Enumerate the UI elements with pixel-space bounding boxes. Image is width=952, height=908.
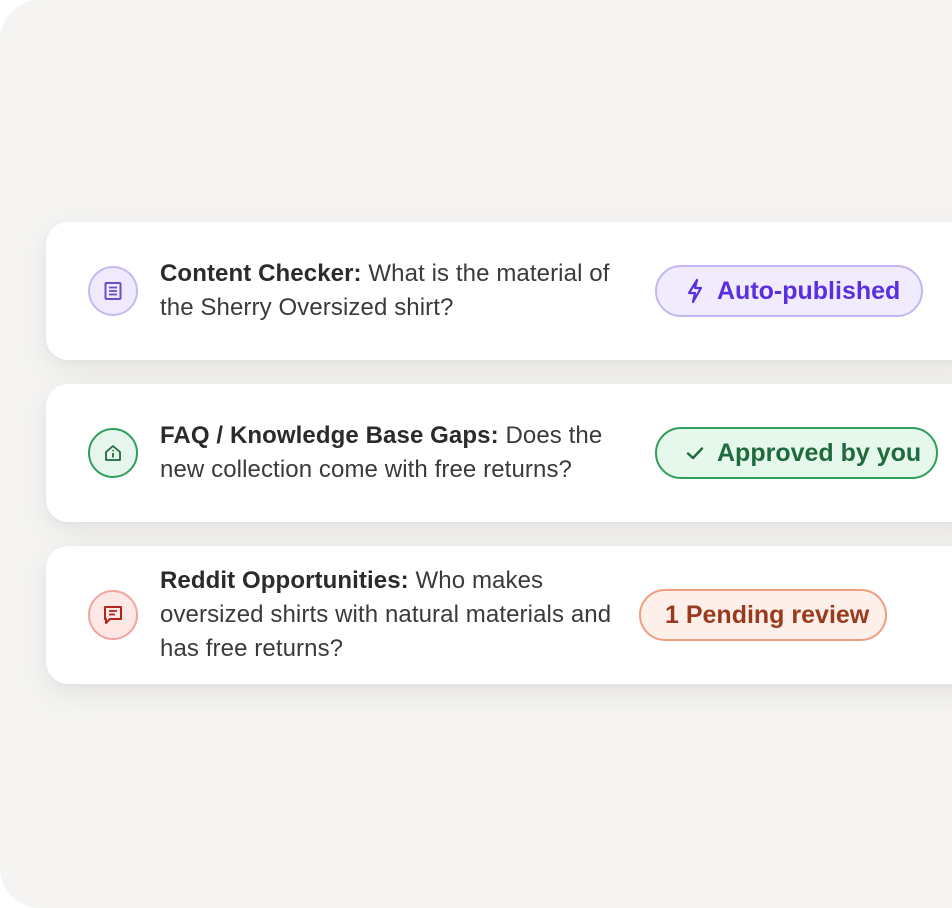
status-badge-approved[interactable]: Approved by you — [655, 427, 938, 479]
item-text: Reddit Opportunities: Who makes oversize… — [160, 564, 640, 666]
chat-icon — [88, 590, 138, 640]
item-title: Reddit Opportunities: — [160, 567, 409, 594]
status-badge-auto-published[interactable]: Auto-published — [655, 265, 923, 317]
list-item-faq-gaps[interactable]: FAQ / Knowledge Base Gaps: Does the new … — [46, 384, 952, 522]
item-title: Content Checker: — [160, 260, 362, 287]
status-label: 1 Pending review — [665, 600, 870, 629]
item-title: FAQ / Knowledge Base Gaps: — [160, 422, 499, 449]
list-item-content-checker[interactable]: Content Checker: What is the material of… — [46, 222, 952, 360]
canvas-background: Content Checker: What is the material of… — [0, 0, 952, 908]
item-text: FAQ / Knowledge Base Gaps: Does the new … — [160, 419, 640, 487]
status-badge-pending-review[interactable]: 1 Pending review — [639, 589, 887, 641]
status-label: Auto-published — [717, 276, 901, 305]
list-item-reddit-opportunities[interactable]: Reddit Opportunities: Who makes oversize… — [46, 546, 952, 684]
checkmark-icon — [685, 443, 705, 463]
info-home-icon — [88, 428, 138, 478]
status-label: Approved by you — [717, 438, 922, 467]
item-text: Content Checker: What is the material of… — [160, 257, 640, 325]
document-icon — [88, 266, 138, 316]
lightning-icon — [685, 278, 705, 304]
